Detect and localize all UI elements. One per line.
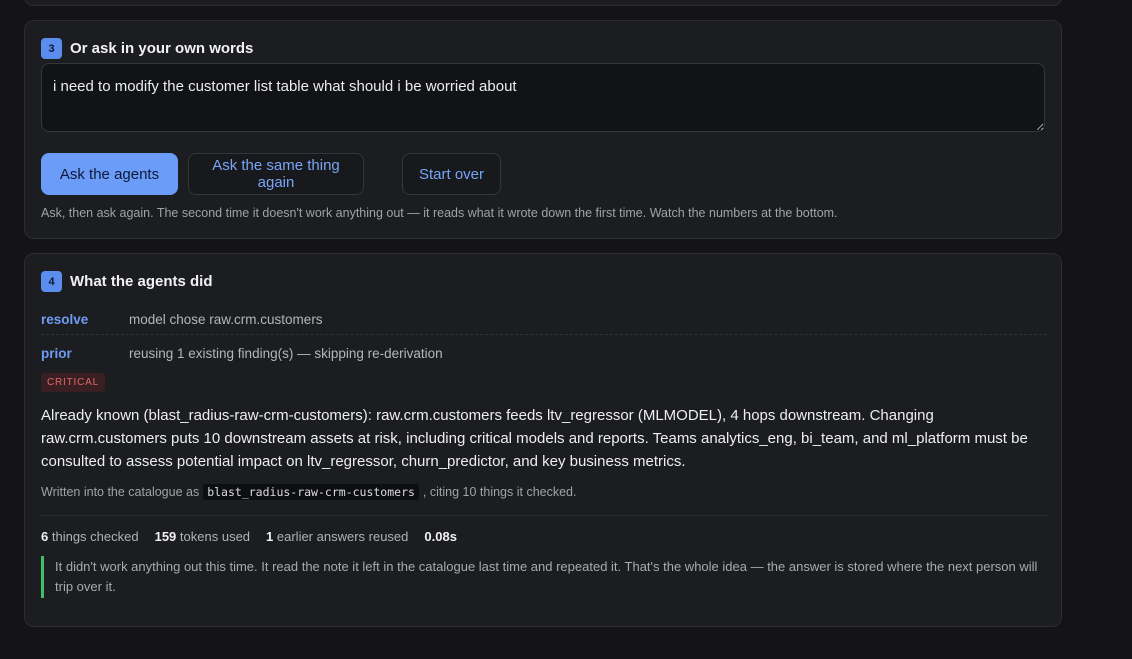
agent-answer: Already known (blast_radius-raw-crm-cust… xyxy=(41,407,1028,470)
catalogue-id: blast_radius-raw-crm-customers xyxy=(203,484,419,500)
stat-label: things checked xyxy=(51,529,139,544)
stats-bar: 6 things checked 159 tokens used 1 earli… xyxy=(41,529,473,544)
divider xyxy=(41,515,1047,516)
stat-time: 0.08s xyxy=(424,529,457,544)
ask-section: 3 Or ask in your own words i need to mod… xyxy=(24,20,1062,239)
stat-label: earlier answers reused xyxy=(276,529,409,544)
trace-key: resolve xyxy=(41,311,89,327)
stat-value: 0.08s xyxy=(424,529,457,544)
ask-agents-button[interactable]: Ask the agents xyxy=(41,153,178,195)
stat-value: 159 xyxy=(154,529,177,544)
start-over-button[interactable]: Start over xyxy=(402,153,501,195)
section-title: Or ask in your own words xyxy=(70,40,254,57)
catalogue-prefix: Written into the catalogue as xyxy=(41,485,200,499)
results-section: 4 What the agents did resolve model chos… xyxy=(24,253,1062,627)
question-input[interactable]: i need to modify the customer list table… xyxy=(41,63,1045,132)
step-badge: 4 xyxy=(41,271,62,292)
stat-label: tokens used xyxy=(179,529,251,544)
results-section-header: 4 What the agents did xyxy=(41,271,213,292)
ask-hint: Ask, then ask again. The second time it … xyxy=(41,206,838,220)
trace-row-prior: prior reusing 1 existing finding(s) — sk… xyxy=(41,338,1047,368)
catalogue-suffix: , citing 10 things it checked. xyxy=(422,485,577,499)
stat-value: 6 xyxy=(41,529,49,544)
trace-row-resolve: resolve model chose raw.crm.customers xyxy=(41,304,1047,335)
stat-tokens: 159 tokens used xyxy=(155,529,250,544)
trace-value: model chose raw.crm.customers xyxy=(129,311,323,327)
ask-again-button[interactable]: Ask the same thing again xyxy=(188,153,364,195)
trace-key: prior xyxy=(41,345,72,361)
previous-section-card xyxy=(24,0,1062,6)
step-badge: 3 xyxy=(41,38,62,59)
trace-value: reusing 1 existing finding(s) — skipping… xyxy=(129,345,443,361)
ask-section-header: 3 Or ask in your own words xyxy=(41,38,253,59)
severity-badge: CRITICAL xyxy=(41,373,105,392)
explanation-note: It didn't work anything out this time. I… xyxy=(41,556,1045,598)
section-title: What the agents did xyxy=(70,273,213,290)
stat-value: 1 xyxy=(266,529,274,544)
stat-reused: 1 earlier answers reused xyxy=(266,529,408,544)
catalogue-note: Written into the catalogue as blast_radi… xyxy=(41,484,576,500)
stat-checked: 6 things checked xyxy=(41,529,139,544)
